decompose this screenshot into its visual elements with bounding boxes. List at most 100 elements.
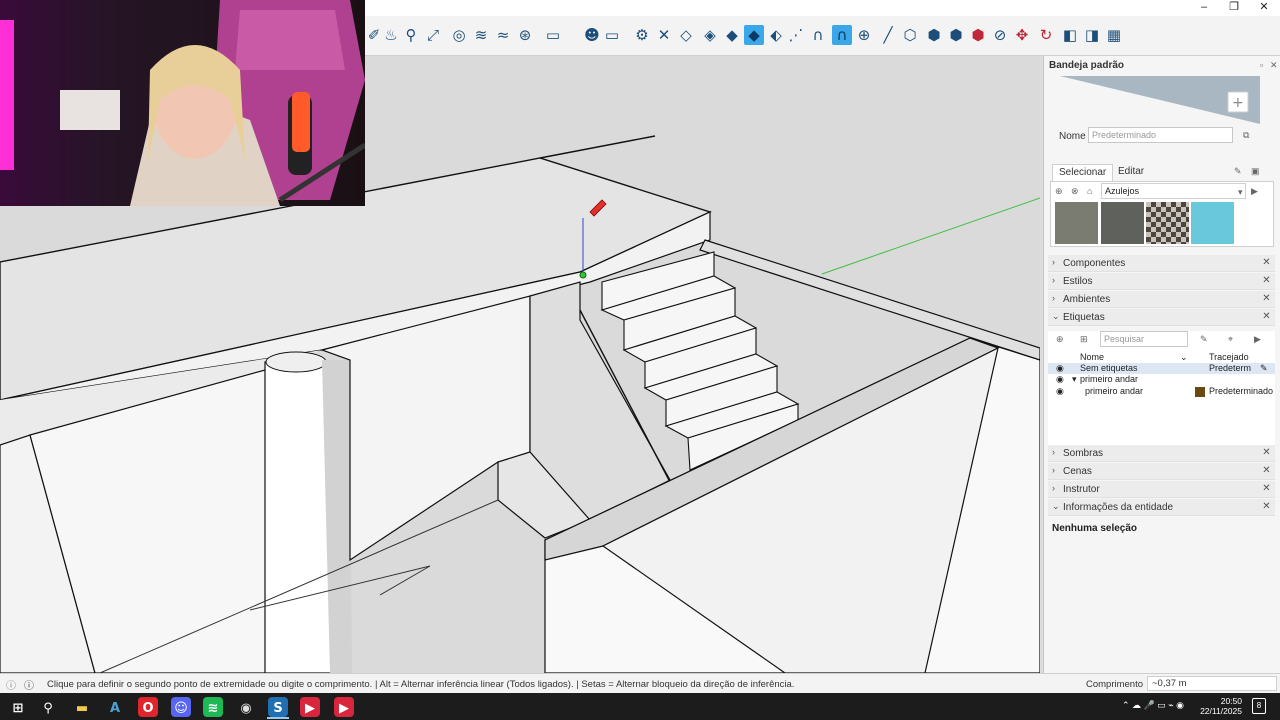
red-app-2-icon[interactable]: ▶ — [334, 697, 354, 717]
magnet-active-icon[interactable]: ∩ — [832, 25, 852, 45]
layers-blue-icon[interactable]: ◨ — [1082, 25, 1102, 45]
zoom-icon[interactable]: ⚲ — [401, 25, 421, 45]
tag-row-untagged[interactable]: ◉ Sem etiquetas Predeterm ✎ — [1048, 363, 1275, 374]
minimize-button[interactable]: – — [1189, 0, 1219, 16]
obs-icon[interactable]: ◉ — [236, 697, 256, 717]
cube-front-icon[interactable]: ⬢ — [924, 25, 944, 45]
add-tag-icon[interactable]: ⊕ — [1056, 334, 1065, 344]
search-icon[interactable]: ⚲ — [38, 697, 58, 717]
section-environments[interactable]: › Ambientes ✕ — [1048, 291, 1275, 308]
layers-grid-icon[interactable]: ▦ — [1104, 25, 1124, 45]
material-swatch[interactable] — [1055, 202, 1098, 244]
section-styles[interactable]: › Estilos ✕ — [1048, 273, 1275, 290]
drop-solid-icon[interactable]: ◆ — [722, 25, 742, 45]
taskbar-clock[interactable]: 20:50 22/11/2025 — [1196, 696, 1242, 716]
pencil-icon[interactable]: ✎ — [1260, 363, 1268, 374]
section-cut-icon[interactable]: ≈ — [493, 25, 513, 45]
tab-select[interactable]: Selecionar — [1052, 164, 1114, 182]
material-name-field[interactable]: Predeterminado — [1088, 127, 1233, 143]
windows-start-icon[interactable]: ⊞ — [8, 697, 28, 717]
magnet-icon[interactable]: ∩ — [808, 25, 828, 45]
close-icon[interactable]: ✕ — [1260, 293, 1273, 306]
cube-red-icon[interactable]: ⬢ — [968, 25, 988, 45]
sketchup-icon[interactable]: S — [268, 697, 288, 717]
home-icon[interactable]: ⌂ — [1087, 186, 1096, 196]
close-icon[interactable]: ✕ — [654, 25, 674, 45]
details-arrow-icon[interactable]: ▶ — [1254, 334, 1263, 344]
tray-icons[interactable]: ⌃ ☁ 🎤 ▭ ⌁ ◉ — [1122, 700, 1184, 711]
add-folder-icon[interactable]: ⊞ — [1080, 334, 1089, 344]
settings-icon[interactable]: ⚙ — [632, 25, 652, 45]
autocad-icon[interactable]: A — [105, 697, 125, 717]
expand-icon[interactable]: ▾ — [1072, 374, 1077, 385]
material-swatch[interactable] — [1146, 202, 1189, 244]
measurement-input[interactable]: ~0,37 m — [1147, 676, 1277, 691]
close-icon[interactable]: ✕ — [1260, 311, 1273, 324]
eye-icon[interactable]: ◉ — [1056, 363, 1064, 374]
section-shadows[interactable]: › Sombras ✕ — [1048, 445, 1275, 462]
section-entity-info[interactable]: ⌄ Informações da entidade ✕ — [1048, 499, 1275, 516]
close-icon[interactable]: ✕ — [1260, 257, 1273, 270]
rectangle-icon[interactable]: ▭ — [602, 25, 622, 45]
lock-icon[interactable]: ▣ — [1251, 166, 1260, 176]
close-icon[interactable]: ✕ — [1260, 501, 1273, 514]
cube-outline-icon[interactable]: ⬡ — [900, 25, 920, 45]
section-instructor[interactable]: › Instrutor ✕ — [1048, 481, 1275, 498]
tag-pencil-icon[interactable]: ✎ — [1200, 334, 1209, 344]
opera-icon[interactable]: O — [138, 697, 158, 717]
drop-split-icon[interactable]: ⬖ — [766, 25, 786, 45]
drop-outline-icon[interactable]: ◇ — [676, 25, 696, 45]
close-icon[interactable]: ✕ — [1260, 483, 1273, 496]
tag-row-folder[interactable]: ◉ ▾ primeiro andar — [1048, 374, 1275, 385]
warehouse-icon[interactable]: ⊛ — [515, 25, 535, 45]
column-dash[interactable]: Tracejado — [1209, 352, 1249, 362]
section-tags[interactable]: ⌄ Etiquetas ✕ — [1048, 309, 1275, 326]
duplicate-icon[interactable]: ⧉ — [1243, 130, 1252, 140]
maximize-button[interactable]: ❐ — [1219, 0, 1249, 16]
tag-row-first-floor[interactable]: ◉ primeiro andar Predeterminado — [1048, 386, 1275, 397]
close-icon[interactable]: ✕ — [1260, 447, 1273, 460]
section-fill-icon[interactable]: ≋ — [471, 25, 491, 45]
close-icon[interactable]: ✕ — [1260, 275, 1273, 288]
info-icon[interactable]: ⓘ — [24, 677, 34, 692]
rotate-icon[interactable]: ↻ — [1036, 25, 1056, 45]
drop-active-icon[interactable]: ◆ — [744, 25, 764, 45]
material-swatch[interactable] — [1191, 202, 1234, 244]
library-dropdown[interactable]: Azulejos — [1101, 183, 1246, 199]
zoom-extents-icon[interactable]: ⤢ — [423, 25, 443, 45]
cube-blue-icon[interactable]: ⬢ — [946, 25, 966, 45]
tags-search-input[interactable]: Pesquisar — [1100, 331, 1188, 347]
tray-undock-icon[interactable]: ▫ — [1260, 60, 1269, 70]
red-app-icon[interactable]: ▶ — [300, 697, 320, 717]
column-name[interactable]: Nome — [1080, 352, 1104, 362]
paint-icon[interactable]: ♨ — [381, 25, 401, 45]
tray-close-icon[interactable]: ✕ — [1270, 60, 1279, 70]
layers-icon[interactable]: ◧ — [1060, 25, 1080, 45]
eyedropper-icon[interactable]: ✎ — [1234, 166, 1243, 176]
section-plane-icon[interactable]: ◎ — [449, 25, 469, 45]
cube-strike-icon[interactable]: ⊘ — [990, 25, 1010, 45]
nav-back-icon[interactable]: ⊕ — [1055, 186, 1064, 196]
drop-half-icon[interactable]: ◈ — [700, 25, 720, 45]
notification-badge[interactable]: 8 — [1252, 698, 1266, 714]
line-tool-icon[interactable]: ╱ — [878, 25, 898, 45]
discord-icon[interactable]: ☺ — [171, 697, 191, 717]
geo-location-icon[interactable]: ⓘ — [6, 677, 16, 692]
close-window-button[interactable]: ✕ — [1249, 0, 1279, 16]
eye-icon[interactable]: ◉ — [1056, 386, 1064, 397]
spotify-icon[interactable]: ≋ — [203, 697, 223, 717]
tag-tool-icon[interactable]: ⌖ — [1228, 334, 1237, 344]
eye-icon[interactable]: ◉ — [1056, 374, 1064, 385]
close-icon[interactable]: ✕ — [1260, 465, 1273, 478]
section-components[interactable]: › Componentes ✕ — [1048, 255, 1275, 272]
tab-edit[interactable]: Editar — [1112, 164, 1150, 182]
details-arrow-icon[interactable]: ▶ — [1251, 186, 1260, 196]
file-explorer-icon[interactable]: ▬ — [72, 697, 92, 717]
magnet-dotted-icon[interactable]: ⋰ — [786, 25, 806, 45]
move-icon[interactable]: ✥ — [1012, 25, 1032, 45]
section-scenes[interactable]: › Cenas ✕ — [1048, 463, 1275, 480]
nav-forward-icon[interactable]: ⊗ — [1071, 186, 1080, 196]
account-icon[interactable]: ☻ — [582, 25, 602, 45]
new-page-icon[interactable]: ▭ — [543, 25, 563, 45]
add-circle-icon[interactable]: ⊕ — [854, 25, 874, 45]
